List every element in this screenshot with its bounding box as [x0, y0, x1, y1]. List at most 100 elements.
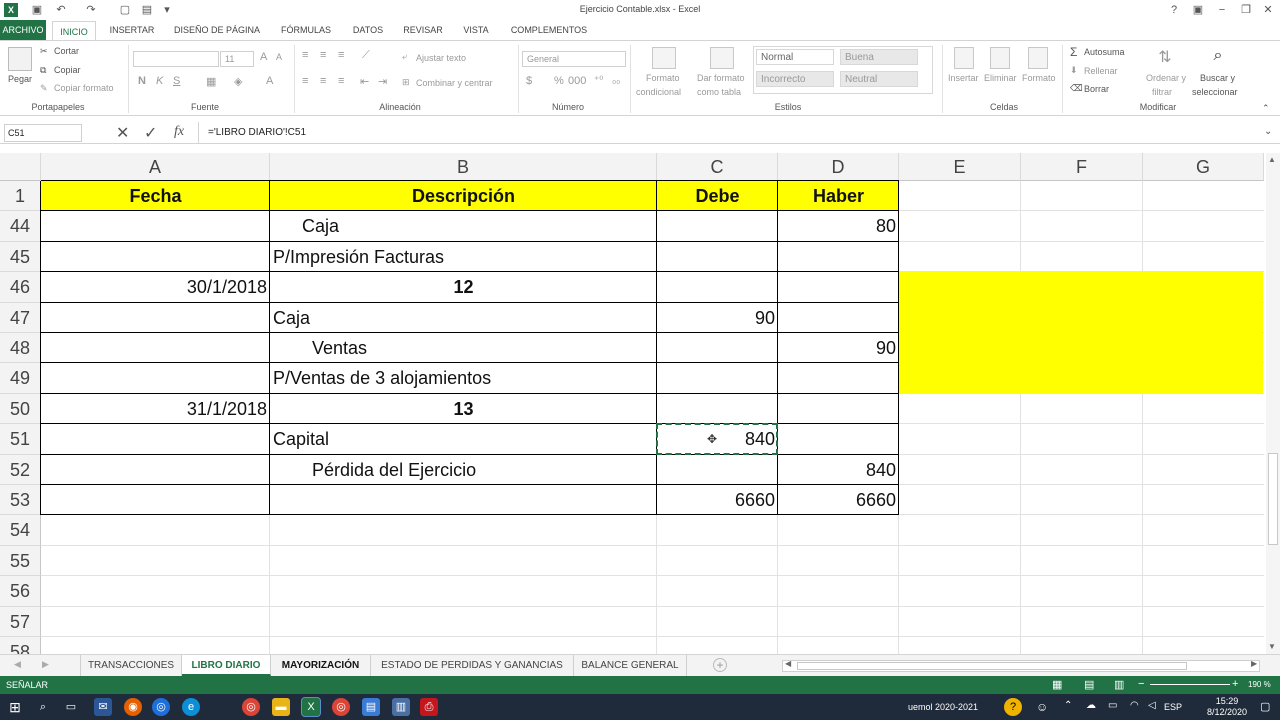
cell-descripcion[interactable]: 13 — [270, 394, 657, 424]
scroll-up-icon[interactable]: ▲ — [1268, 155, 1276, 164]
delete-cells-icon[interactable] — [990, 47, 1010, 69]
find-select-label-1[interactable]: Buscar y — [1200, 73, 1235, 83]
language-indicator[interactable]: ESP — [1164, 702, 1182, 712]
cell-descripcion[interactable]: Ventas — [270, 333, 657, 363]
cell-fecha[interactable] — [41, 485, 270, 515]
sort-filter-label-2[interactable]: filtrar — [1152, 87, 1172, 97]
prev-sheet-icon[interactable]: ◀ — [14, 659, 21, 670]
zoom-in-icon[interactable]: + — [1232, 678, 1238, 690]
autosum-button[interactable]: Autosuma — [1084, 47, 1125, 57]
cell-fecha[interactable] — [41, 303, 270, 333]
cell-haber[interactable] — [778, 394, 899, 424]
autosum-icon[interactable]: Σ — [1070, 45, 1077, 59]
cut-button[interactable]: Cortar — [54, 46, 79, 56]
cell-fecha[interactable]: 30/1/2018 — [41, 272, 270, 302]
cell-haber[interactable] — [778, 303, 899, 333]
row-header[interactable]: 44 — [0, 211, 41, 242]
align-bottom-icon[interactable]: ≡ — [338, 49, 344, 61]
column-header-e[interactable]: E — [899, 153, 1021, 181]
paste-icon[interactable] — [8, 47, 32, 71]
row-header[interactable]: 56 — [0, 576, 41, 607]
font-name-select[interactable] — [133, 51, 219, 67]
worksheet-grid[interactable]: A B C D E F G 1 44 45 46 47 48 49 50 51 52 53 54 55 56 57 58 Fe… — [0, 153, 1264, 654]
number-format-select[interactable]: General — [522, 51, 626, 67]
app-icon[interactable]: ▥ — [392, 698, 410, 716]
shrink-font-icon[interactable]: A — [276, 52, 282, 62]
cell-fecha[interactable] — [41, 363, 270, 393]
tab-insertar[interactable]: INSERTAR — [104, 20, 160, 40]
cell-descripcion[interactable]: Capital — [270, 424, 657, 454]
cell-debe[interactable] — [657, 394, 778, 424]
cell-descripcion[interactable]: P/Ventas de 3 alojamientos — [270, 363, 657, 393]
align-top-icon[interactable]: ≡ — [302, 49, 308, 61]
zoom-out-icon[interactable]: − — [1138, 678, 1144, 690]
cell-haber[interactable]: 80 — [778, 211, 899, 241]
row-header[interactable]: 46 — [0, 272, 41, 303]
wrap-text-button[interactable]: Ajustar texto — [416, 53, 466, 63]
row-header[interactable]: 50 — [0, 393, 41, 425]
clock-time[interactable]: 15:29 — [1202, 696, 1252, 706]
format-table-label-1[interactable]: Dar formato — [697, 73, 745, 83]
row-header[interactable]: 54 — [0, 515, 41, 546]
task-view-icon[interactable]: ▭ — [62, 698, 80, 716]
cell-fecha[interactable] — [41, 424, 270, 454]
column-header-c[interactable]: C — [657, 153, 778, 181]
cell-descripcion[interactable]: Caja — [270, 303, 657, 333]
file-explorer-icon[interactable]: ▬ — [272, 698, 290, 716]
sort-filter-icon[interactable]: ⇅ — [1154, 47, 1176, 69]
row-header[interactable]: 1 — [0, 181, 41, 212]
sheet-tab-balance-general[interactable]: BALANCE GENERAL — [574, 655, 687, 676]
column-header-g[interactable]: G — [1143, 153, 1264, 181]
row-header[interactable]: 49 — [0, 363, 41, 394]
cancel-icon[interactable]: ✕ — [116, 123, 129, 143]
edge-icon[interactable]: e — [182, 698, 200, 716]
cell-debe[interactable] — [657, 363, 778, 393]
column-header-b[interactable]: B — [270, 153, 657, 181]
help-icon[interactable]: ? — [1164, 2, 1184, 18]
cell-fecha[interactable] — [41, 333, 270, 363]
font-color-icon[interactable]: A — [266, 75, 273, 87]
bold-icon[interactable]: N — [138, 75, 146, 87]
cell-haber[interactable] — [778, 424, 899, 454]
add-sheet-icon[interactable]: + — [713, 658, 727, 672]
scroll-right-icon[interactable]: ▶ — [1251, 659, 1257, 668]
header-cell-fecha[interactable]: Fecha — [41, 181, 270, 211]
tab-revisar[interactable]: REVISAR — [398, 20, 448, 40]
expand-formula-icon[interactable]: ⌄ — [1264, 126, 1272, 137]
style-normal[interactable]: Normal — [756, 49, 834, 65]
chrome-icon[interactable]: ◎ — [242, 698, 260, 716]
cell-debe[interactable] — [657, 333, 778, 363]
copy-format-button[interactable]: Copiar formato — [54, 83, 114, 93]
cell-haber[interactable]: 6660 — [778, 485, 899, 515]
currency-icon[interactable]: $ — [526, 75, 532, 87]
conditional-format-label-2[interactable]: condicional — [636, 87, 681, 97]
restore-icon[interactable]: ❐ — [1236, 2, 1256, 18]
cell-debe[interactable]: 90 — [657, 303, 778, 333]
column-header-d[interactable]: D — [778, 153, 899, 181]
row-header[interactable]: 57 — [0, 606, 41, 637]
cell-haber[interactable]: 90 — [778, 333, 899, 363]
cloud-icon[interactable]: ☁ — [1086, 700, 1096, 711]
row-header[interactable]: 47 — [0, 302, 41, 333]
row-header[interactable]: 53 — [0, 485, 41, 516]
tab-datos[interactable]: DATOS — [346, 20, 390, 40]
pdf-icon[interactable]: ⎙ — [420, 698, 438, 716]
decrease-decimal-icon[interactable]: ₀₀ — [612, 75, 620, 86]
decrease-indent-icon[interactable]: ⇤ — [360, 75, 369, 88]
cell-descripcion[interactable]: Pérdida del Ejercicio — [270, 455, 657, 485]
increase-decimal-icon[interactable]: ⁺⁰ — [594, 75, 603, 86]
collapse-ribbon-icon[interactable]: ⌃ — [1262, 103, 1270, 114]
paste-button[interactable]: Pegar — [8, 74, 32, 84]
conditional-format-label-1[interactable]: Formato — [646, 73, 680, 83]
browser-icon[interactable]: ◎ — [152, 698, 170, 716]
cell-fecha[interactable]: 31/1/2018 — [41, 394, 270, 424]
notes-icon[interactable]: ▤ — [362, 698, 380, 716]
tab-formulas[interactable]: FÓRMULAS — [274, 20, 338, 40]
normal-view-icon[interactable]: ▦ — [1052, 678, 1062, 691]
vertical-scrollbar[interactable]: ▲ ▼ — [1266, 153, 1280, 654]
copy-button[interactable]: Copiar — [54, 65, 81, 75]
find-select-label-2[interactable]: seleccionar — [1192, 87, 1238, 97]
cell-fecha[interactable] — [41, 242, 270, 272]
page-layout-view-icon[interactable]: ▤ — [1084, 678, 1094, 691]
help-tray-icon[interactable]: ? — [1004, 698, 1022, 716]
